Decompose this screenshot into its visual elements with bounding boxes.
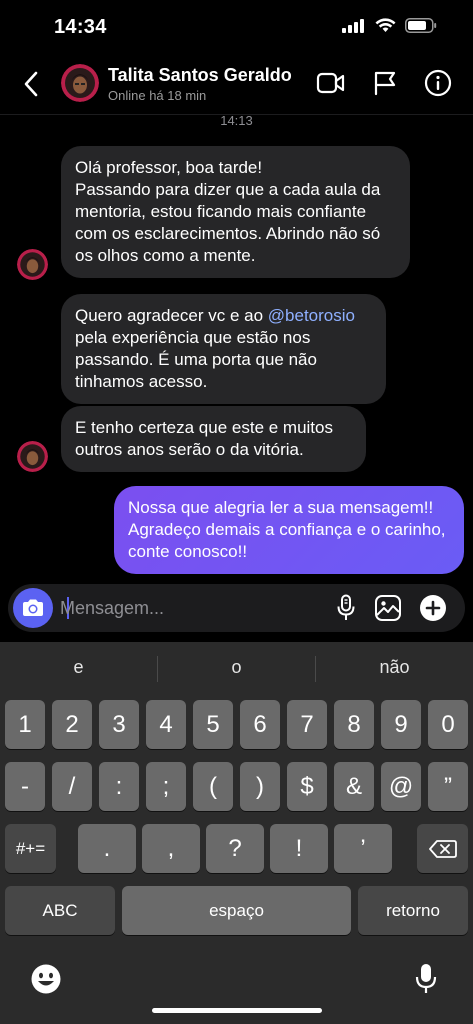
wifi-icon (375, 18, 396, 32)
plus-icon (420, 595, 446, 621)
sender-avatar[interactable] (17, 249, 48, 280)
keyboard: e o não 1 2 3 4 5 6 7 8 9 0 - / : ; ( ) … (0, 642, 473, 1024)
back-button[interactable] (14, 64, 48, 104)
chat-header: Talita Santos Geraldo Online há 18 min (0, 56, 473, 112)
message-bubble-incoming[interactable]: E tenho certeza que este e muitos outros… (61, 406, 366, 472)
key[interactable]: ) (240, 762, 280, 811)
key[interactable]: : (99, 762, 139, 811)
key[interactable]: & (334, 762, 374, 811)
message-bubble-incoming[interactable]: Quero agradecer vc e ao @betorosio pela … (61, 294, 386, 404)
flag-icon (374, 71, 396, 96)
key[interactable]: ’ (334, 824, 392, 873)
key[interactable]: 4 (146, 700, 186, 749)
contact-status: Online há 18 min (108, 88, 207, 103)
key[interactable]: 2 (52, 700, 92, 749)
info-button[interactable] (421, 66, 455, 100)
battery-icon (405, 18, 437, 33)
emoji-button[interactable] (29, 962, 63, 996)
info-icon (424, 69, 452, 97)
message-text: Nossa que alegria ler a sua mensagem!! A… (128, 498, 446, 561)
more-options-button[interactable] (418, 593, 448, 623)
key[interactable]: ? (206, 824, 264, 873)
camera-button[interactable] (13, 588, 53, 628)
key[interactable]: / (52, 762, 92, 811)
key[interactable]: 5 (193, 700, 233, 749)
key[interactable]: 8 (334, 700, 374, 749)
microphone-icon (337, 594, 355, 620)
suggestion-item[interactable]: o (158, 642, 315, 692)
key[interactable]: 3 (99, 700, 139, 749)
backspace-key[interactable] (417, 824, 468, 873)
message-input[interactable] (60, 594, 320, 622)
image-gallery-icon (375, 595, 401, 621)
key[interactable]: 1 (5, 700, 45, 749)
message-text: Olá professor, boa tarde! Passando para … (75, 158, 381, 265)
message-text: E tenho certeza que este e muitos outros… (75, 418, 333, 459)
key[interactable]: , (142, 824, 200, 873)
key[interactable]: 9 (381, 700, 421, 749)
report-button[interactable] (368, 66, 402, 100)
conversation-timestamp: 14:13 (220, 113, 253, 128)
status-bar: 14:34 (0, 0, 473, 56)
key[interactable]: . (78, 824, 136, 873)
space-key[interactable]: espaço (122, 886, 351, 935)
chevron-left-icon (24, 71, 38, 97)
video-camera-icon (316, 72, 345, 94)
key[interactable]: 6 (240, 700, 280, 749)
mention-link[interactable]: @betorosio (268, 306, 355, 325)
status-time: 14:34 (54, 16, 107, 38)
message-text-before: Quero agradecer vc e ao (75, 306, 268, 325)
contact-name[interactable]: Talita Santos Geraldo (108, 65, 292, 86)
key[interactable]: ; (146, 762, 186, 811)
home-indicator (152, 1008, 322, 1013)
dictation-button[interactable] (410, 962, 442, 996)
key[interactable]: $ (287, 762, 327, 811)
sender-avatar[interactable] (17, 441, 48, 472)
message-text-after: pela experiência que estão nos passando.… (75, 328, 317, 391)
key[interactable]: ! (270, 824, 328, 873)
suggestion-item[interactable]: não (316, 642, 473, 692)
key[interactable]: ( (193, 762, 233, 811)
key[interactable]: 7 (287, 700, 327, 749)
key[interactable]: - (5, 762, 45, 811)
gallery-button[interactable] (373, 593, 403, 623)
suggestion-bar: e o não (0, 642, 473, 692)
abc-key[interactable]: ABC (5, 886, 115, 935)
message-bubble-outgoing[interactable]: Nossa que alegria ler a sua mensagem!! A… (114, 486, 464, 574)
contact-avatar[interactable] (61, 64, 99, 102)
suggestion-item[interactable]: e (0, 642, 157, 692)
message-composer (8, 584, 465, 632)
symbols-toggle-key[interactable]: #+= (5, 824, 56, 873)
key[interactable]: 0 (428, 700, 468, 749)
key[interactable]: ” (428, 762, 468, 811)
dictation-microphone-icon (415, 964, 437, 993)
cellular-signal-icon (342, 18, 364, 33)
return-key[interactable]: retorno (358, 886, 468, 935)
status-icons (342, 18, 437, 33)
emoji-icon (31, 964, 61, 994)
video-call-button[interactable] (314, 66, 348, 100)
message-bubble-incoming[interactable]: Olá professor, boa tarde! Passando para … (61, 146, 410, 278)
camera-icon (23, 599, 43, 616)
voice-message-button[interactable] (331, 593, 361, 623)
backspace-icon (428, 839, 457, 858)
key[interactable]: @ (381, 762, 421, 811)
